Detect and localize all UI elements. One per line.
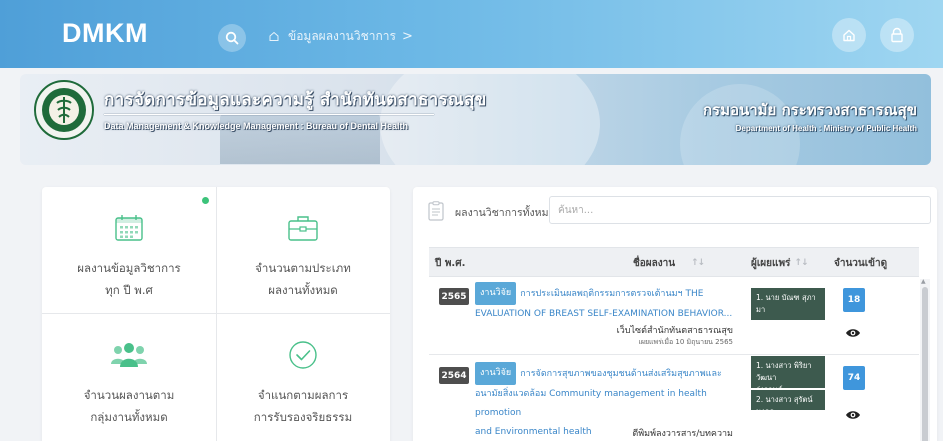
department-seal-logo xyxy=(34,80,94,140)
author-name: 1. นาย บัณฑ สุภามา xyxy=(756,293,816,314)
eye-icon[interactable] xyxy=(845,406,861,425)
scrollbar-thumb[interactable] xyxy=(922,287,928,441)
author-name: 2. นางสาว สุรัตน์ มงคล xyxy=(756,395,813,416)
top-navbar: DMKM ข้อมูลผลงานวิชาการ > xyxy=(0,0,943,68)
source-text: ตีพิมพ์ลงวารสาร/บทความ xyxy=(632,429,733,439)
table-row[interactable]: 2565 งานวิจัย การประเมินผลพฤติกรรมการตรวจ… xyxy=(429,278,919,355)
column-label: จำนวนเข้าดู xyxy=(834,257,888,269)
tile-label: ผลงานทั้งหมด xyxy=(268,283,338,297)
academic-works-panel: ผลงานวิชาการทั้งหมด ปี พ.ศ. ชื่อผลงาน ↑↓… xyxy=(413,187,937,441)
user-icon xyxy=(891,27,903,43)
column-views[interactable]: จำนวนเข้าดู xyxy=(834,248,887,278)
year-badge: 2565 xyxy=(439,288,469,305)
year-badge: 2564 xyxy=(439,367,469,384)
source-info: เว็บไซต์สำนักทันตสาธารณสุข เผยแพร่เมื่อ … xyxy=(475,323,733,348)
calendar-icon xyxy=(114,211,144,245)
table-header: ปี พ.ศ. ชื่อผลงาน ↑↓ ผู้เผยแพร่ ↑↓ จำนวน… xyxy=(429,247,919,277)
column-label: ผู้เผยแพร่ xyxy=(751,257,791,269)
eye-icon[interactable] xyxy=(845,324,861,343)
work-title[interactable]: งานวิจัย การประเมินผลพฤติกรรมการตรวจเต้าน… xyxy=(475,282,745,324)
user-button[interactable] xyxy=(880,18,914,52)
sort-icon[interactable]: ↑↓ xyxy=(687,248,705,278)
banner-divider xyxy=(104,114,434,115)
column-publisher[interactable]: ผู้เผยแพร่ ↑↓ xyxy=(751,248,809,278)
column-label: ชื่อผลงาน xyxy=(632,257,676,269)
tile-label: กลุ่มงานทั้งหมด xyxy=(90,410,168,424)
title-line: การจัดการสุขภาพของชุมชนด้านส่งเสริมสุขภา… xyxy=(520,369,722,379)
department-name-english: Department of Health : Ministry of Publi… xyxy=(735,124,917,133)
breadcrumb[interactable]: ข้อมูลผลงานวิชาการ > xyxy=(268,26,413,46)
header-banner: การจัดการข้อมูลและความรู้ สำนักทันตสาธาร… xyxy=(20,74,931,165)
category-tag: งานวิจัย xyxy=(475,362,517,385)
users-icon xyxy=(109,338,149,372)
department-name-thai: กรมอนามัย กระทรวงสาธารณสุข xyxy=(702,101,917,119)
title-line: การประเมินผลพฤติกรรมการตรวจเต้านมฯ THE xyxy=(520,289,704,299)
tile-academic-by-year[interactable]: ผลงานข้อมูลวิชาการ ทุก ปี พ.ศ xyxy=(42,187,216,313)
home-icon xyxy=(268,30,280,42)
search-input[interactable] xyxy=(549,196,931,224)
tile-label: ทุก ปี พ.ศ xyxy=(105,283,153,297)
briefcase-icon xyxy=(287,211,319,245)
tile-label: ผลงานข้อมูลวิชาการ xyxy=(77,261,181,275)
banner-title-english: Data Management & Knowledge Management :… xyxy=(104,121,409,131)
tile-by-group[interactable]: จำนวนผลงานตาม กลุ่มงานทั้งหมด xyxy=(42,314,216,440)
source-text: เว็บไซต์สำนักทันตสาธารณสุข xyxy=(616,326,733,336)
tile-by-type[interactable]: จำนวนตามประเภท ผลงานทั้งหมด xyxy=(216,187,390,313)
tile-by-ethics[interactable]: จำแนกตามผลการ การรับรองจริยธรรม xyxy=(216,314,390,440)
author-box: 1. นาย บัณฑ สุภามา xyxy=(751,288,825,320)
check-circle-icon xyxy=(288,338,318,372)
category-tag: งานวิจัย xyxy=(475,282,517,305)
column-year[interactable]: ปี พ.ศ. xyxy=(435,248,465,278)
banner-title-thai: การจัดการข้อมูลและความรู้ สำนักทันตสาธาร… xyxy=(104,90,487,110)
tile-label: จำนวนผลงานตาม xyxy=(83,388,175,402)
author-name: 1. นางสาว พิริยา วัฒนา xyxy=(756,361,812,382)
home-button[interactable] xyxy=(832,18,866,52)
search-button[interactable] xyxy=(218,24,246,52)
table-label: ผลงานวิชาการทั้งหมด xyxy=(455,207,556,219)
menu-tile-grid: ผลงานข้อมูลวิชาการ ทุก ปี พ.ศ จำนวนตามปร… xyxy=(42,187,390,441)
table-row[interactable]: 2564 งานวิจัย การจัดการสุขภาพของชุมชนด้าน… xyxy=(429,356,919,441)
tile-label: จำแนกตามผลการ xyxy=(257,388,349,402)
author-box: 2. นางสาว สุรัตน์ มงคล xyxy=(751,390,825,416)
tile-label: การรับรองจริยธรรม xyxy=(253,410,353,424)
column-title[interactable]: ชื่อผลงาน xyxy=(569,248,739,278)
search-icon xyxy=(225,31,239,45)
view-count[interactable]: 18 xyxy=(843,288,865,312)
document-icon xyxy=(428,201,444,225)
tile-label: จำนวนตามประเภท xyxy=(255,261,351,275)
scroll-up-arrow[interactable]: ▲ xyxy=(921,278,926,285)
title-line: อนามัยสิ่งแวดล้อม Community management i… xyxy=(475,389,707,418)
chevron-right-icon: > xyxy=(401,28,413,44)
home-icon xyxy=(843,29,855,42)
breadcrumb-item[interactable]: ข้อมูลผลงานวิชาการ xyxy=(288,27,396,46)
column-label: ปี พ.ศ. xyxy=(435,257,466,269)
title-line: EVALUATION OF BREAST SELF-EXAMINATION BE… xyxy=(475,309,733,319)
brand-logo[interactable]: DMKM xyxy=(62,18,148,49)
source-info: ตีพิมพ์ลงวารสาร/บทความ xyxy=(475,426,733,440)
view-count[interactable]: 74 xyxy=(843,366,865,390)
published-date: เผยแพร่เมื่อ 10 มิถุนายน 2565 xyxy=(638,338,733,346)
sort-icon: ↑↓ xyxy=(794,258,808,268)
author-box: 1. นางสาว พิริยา วัฒนา รุ่งกานต์ xyxy=(751,356,825,394)
